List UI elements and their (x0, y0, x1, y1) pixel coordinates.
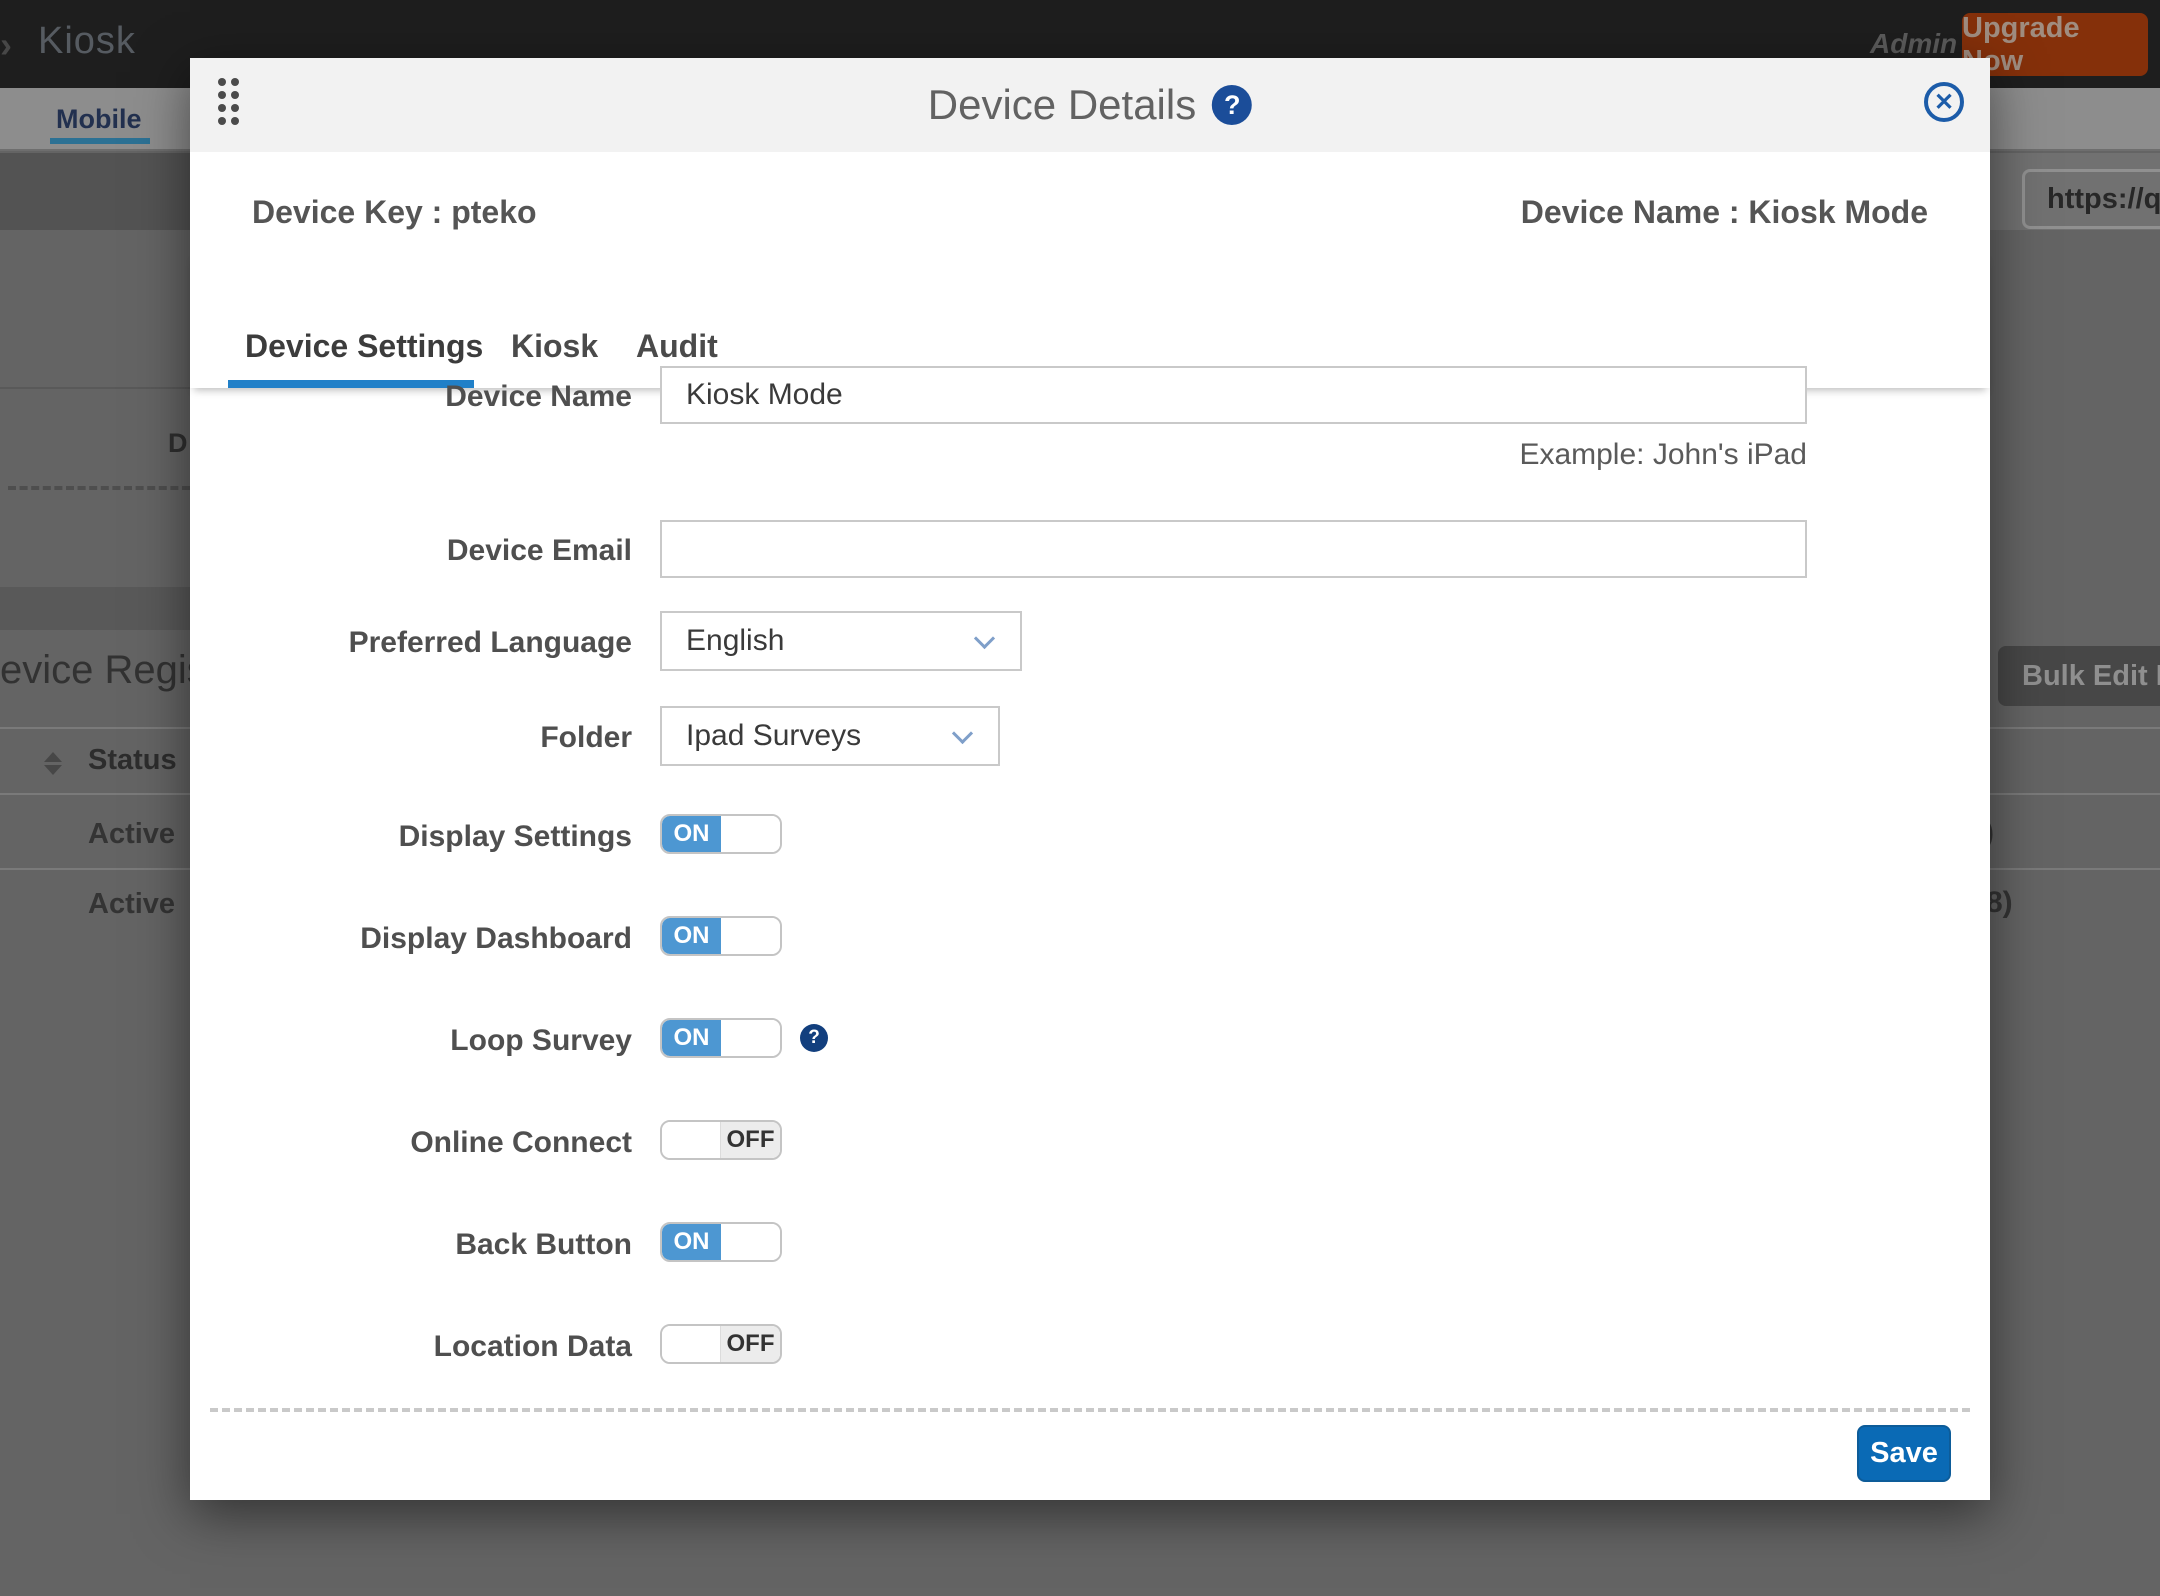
toggle-knob (721, 816, 780, 852)
modal-subheader: Device Key : pteko Device Name : Kiosk M… (190, 152, 1990, 252)
tab-mobile[interactable]: Mobile (56, 104, 142, 135)
toggle-on-label: ON (662, 1020, 721, 1056)
back-button-toggle[interactable]: ON (660, 1222, 782, 1262)
status-badge: Active (88, 888, 175, 921)
device-email-label: Device Email (190, 534, 632, 568)
page-title: Kiosk (38, 20, 136, 63)
online-connect-label: Online Connect (190, 1126, 632, 1160)
loop-survey-label: Loop Survey (190, 1024, 632, 1058)
background-partial-label: D (168, 428, 188, 459)
preferred-language-select[interactable]: English (660, 611, 1022, 671)
toolbar-left-panel (0, 153, 190, 230)
admin-menu[interactable]: Admin (1870, 28, 1957, 60)
loop-survey-toggle[interactable]: ON (660, 1018, 782, 1058)
close-icon[interactable]: ✕ (1924, 82, 1964, 122)
device-key-label: Device Key : pteko (252, 194, 537, 231)
status-column-header[interactable]: Status (88, 744, 177, 777)
dashed-divider (8, 486, 190, 490)
status-badge: Active (88, 818, 175, 851)
display-settings-toggle[interactable]: ON (660, 814, 782, 854)
tab-audit[interactable]: Audit (636, 328, 718, 365)
bulk-edit-devices-button[interactable]: Bulk Edit Dev (1998, 646, 2160, 706)
loop-survey-help-icon[interactable]: ? (800, 1024, 828, 1052)
toggle-off-label: OFF (721, 1326, 780, 1362)
folder-label: Folder (190, 721, 632, 755)
toggle-knob (721, 1224, 780, 1260)
table-cell-fragment: 8) (1986, 886, 2013, 920)
toggle-knob (662, 1122, 721, 1158)
background-band (0, 587, 190, 630)
preferred-language-value: English (686, 624, 784, 658)
modal-title: Device Details (928, 81, 1196, 129)
help-icon[interactable]: ? (1212, 85, 1252, 125)
drag-handle-icon[interactable] (218, 78, 239, 125)
display-dashboard-label: Display Dashboard (190, 922, 632, 956)
device-name-input[interactable] (660, 366, 1807, 424)
toggle-on-label: ON (662, 1224, 721, 1260)
breadcrumb-chevron-icon: › (0, 24, 12, 66)
tab-mobile-underline (50, 138, 150, 144)
chevron-down-icon (974, 628, 995, 649)
device-name-header-label: Device Name : Kiosk Mode (1521, 194, 1928, 231)
location-data-label: Location Data (190, 1330, 632, 1364)
toggle-knob (721, 1020, 780, 1056)
preferred-language-label: Preferred Language (190, 626, 632, 660)
toggle-off-label: OFF (721, 1122, 780, 1158)
toggle-on-label: ON (662, 918, 721, 954)
chevron-down-icon (952, 723, 973, 744)
device-details-modal: Device Details ? ✕ Device Key : pteko De… (190, 58, 1990, 1500)
divider (0, 387, 190, 389)
modal-header: Device Details ? ✕ (190, 58, 1990, 152)
toggle-knob (721, 918, 780, 954)
device-email-input[interactable] (660, 520, 1807, 578)
back-button-label: Back Button (190, 1228, 632, 1262)
tab-kiosk[interactable]: Kiosk (511, 328, 598, 365)
folder-select[interactable]: Ipad Surveys (660, 706, 1000, 766)
tab-device-settings[interactable]: Device Settings (245, 328, 483, 365)
toggle-on-label: ON (662, 816, 721, 852)
display-dashboard-toggle[interactable]: ON (660, 916, 782, 956)
device-name-hint: Example: John's iPad (660, 438, 1807, 472)
footer-dashed-divider (210, 1408, 1970, 1412)
toggle-knob (662, 1326, 721, 1362)
save-button[interactable]: Save (1857, 1425, 1951, 1482)
online-connect-toggle[interactable]: OFF (660, 1120, 782, 1160)
display-settings-label: Display Settings (190, 820, 632, 854)
url-field[interactable]: https://qa. (2022, 169, 2160, 229)
device-name-label: Device Name (190, 380, 632, 414)
folder-value: Ipad Surveys (686, 719, 861, 753)
location-data-toggle[interactable]: OFF (660, 1324, 782, 1364)
